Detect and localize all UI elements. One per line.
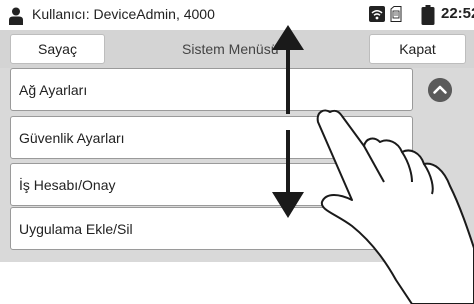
menu-item-job-accounting[interactable]: İş Hesabı/Onay	[10, 163, 413, 206]
user-icon	[9, 7, 23, 25]
menu-list: Ağ Ayarları Güvenlik Ayarları İş Hesabı/…	[10, 68, 413, 262]
clock: 22:52	[441, 5, 474, 22]
title-bar: Sayaç Sistem Menüsü Kapat	[0, 30, 474, 68]
scroll-up-button[interactable]	[428, 78, 452, 102]
status-bar: Kullanıcı: DeviceAdmin, 4000 22:52	[0, 0, 474, 30]
wifi-icon	[369, 6, 385, 22]
close-button[interactable]: Kapat	[369, 34, 466, 64]
menu-item-add-remove-app[interactable]: Uygulama Ekle/Sil	[10, 207, 413, 250]
menu-item-network-settings[interactable]: Ağ Ayarları	[10, 68, 413, 111]
sd-card-icon	[390, 6, 402, 22]
current-user-label: Kullanıcı: DeviceAdmin, 4000	[32, 6, 215, 22]
counter-button[interactable]: Sayaç	[10, 34, 105, 64]
device-screen: Kullanıcı: DeviceAdmin, 4000 22:52 Sayaç…	[0, 0, 474, 262]
page-title: Sistem Menüsü	[182, 41, 279, 57]
menu-item-security-settings[interactable]: Güvenlik Ayarları	[10, 116, 413, 159]
menu-content: Ağ Ayarları Güvenlik Ayarları İş Hesabı/…	[0, 68, 474, 262]
battery-icon	[421, 5, 435, 25]
